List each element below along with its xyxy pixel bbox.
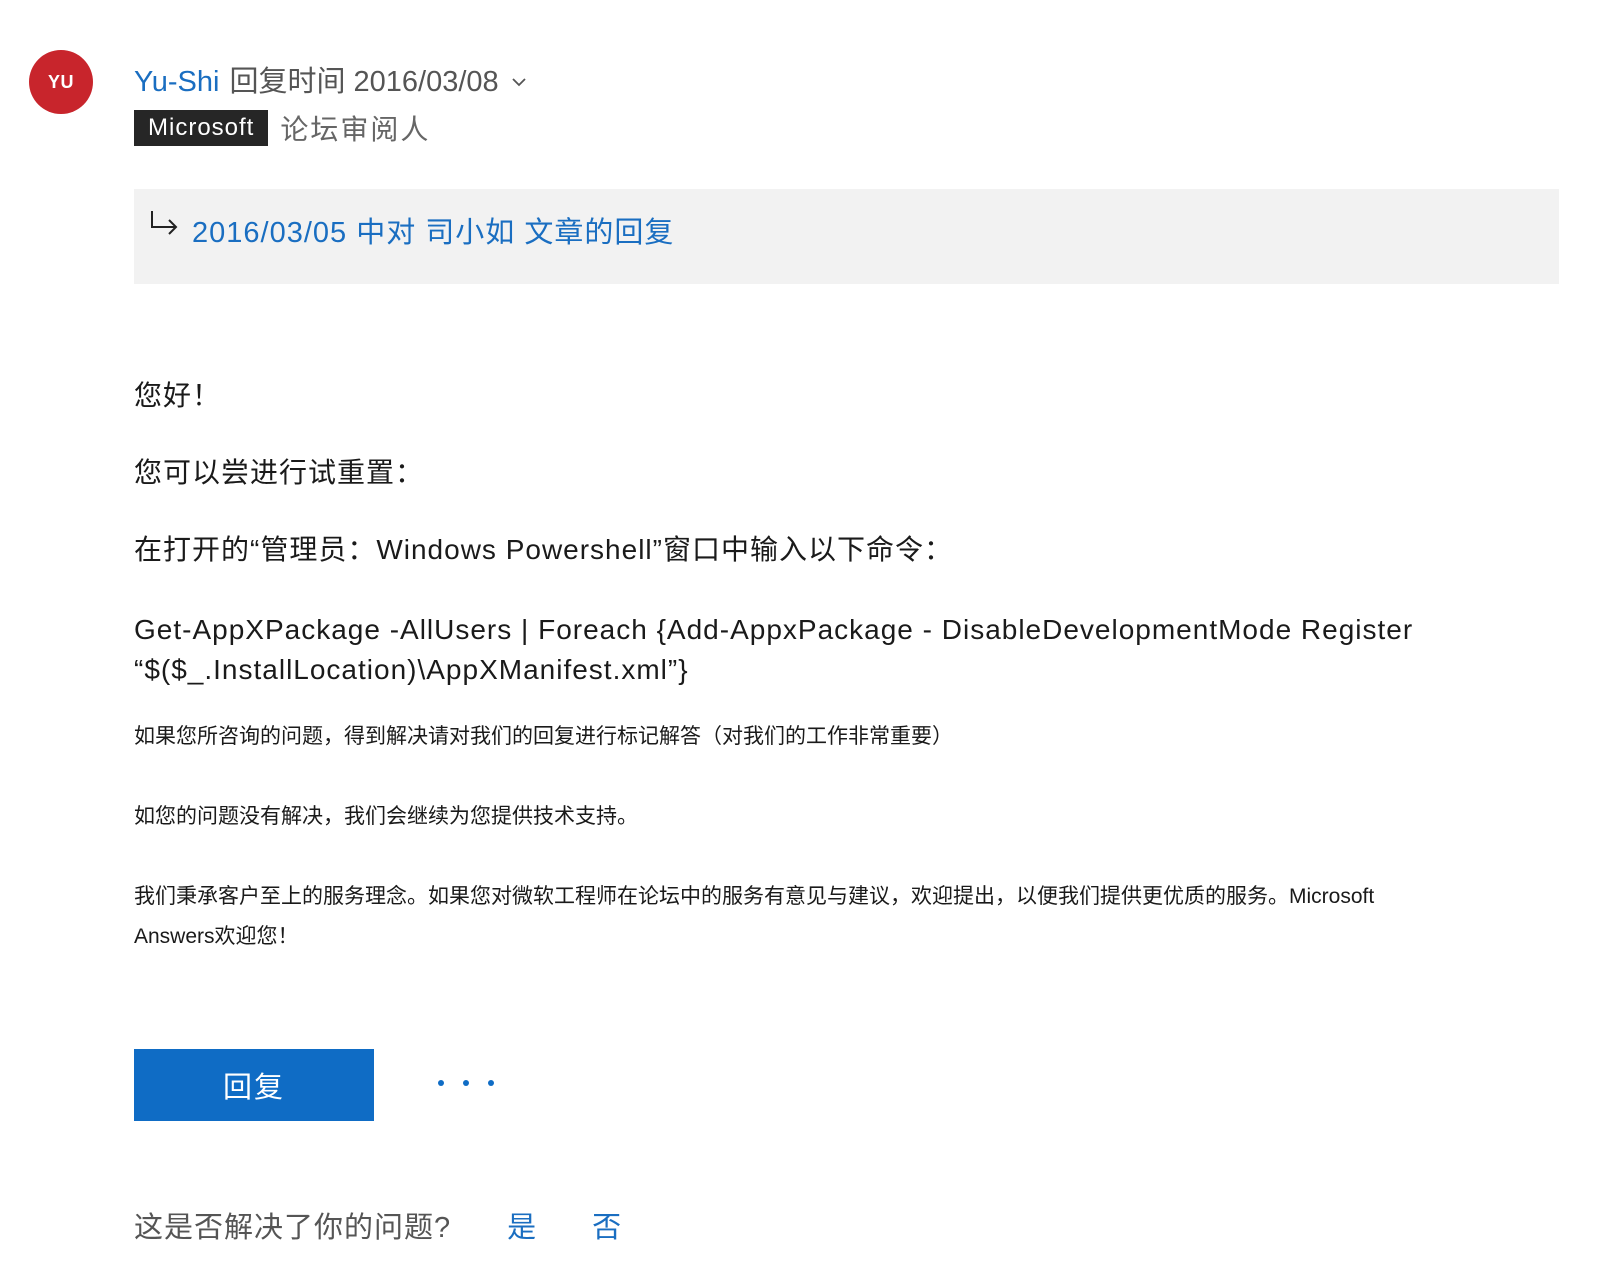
microsoft-badge: Microsoft xyxy=(134,110,269,146)
note-1: 如果您所咨询的问题，得到解决请对我们的回复进行标记解答（对我们的工作非常重要） xyxy=(134,725,953,748)
feedback-question: 这是否解决了你的问题? xyxy=(134,1212,452,1244)
author-line: Yu-Shi 回复时间 2016/03/08 xyxy=(134,64,529,100)
feedback-row: 这是否解决了你的问题? 是 否 xyxy=(134,1208,621,1248)
role-text: 论坛审阅人 xyxy=(280,114,431,145)
command-line-1: Get-AppXPackage -AllUsers | Foreach {Add… xyxy=(134,614,1414,645)
avatar[interactable]: YU xyxy=(29,50,93,114)
note-3-line-2: Answers欢迎您！ xyxy=(134,925,299,948)
command-line-2: “$($_.InstallLocation)\AppXManifest.xml”… xyxy=(134,654,689,685)
quoted-reply-link[interactable]: 2016/03/05 中对 司小如 文章的回复 xyxy=(192,213,674,253)
reply-arrow-icon xyxy=(151,211,178,235)
note-2: 如您的问题没有解决，我们会继续为您提供技术支持。 xyxy=(134,805,638,828)
feedback-yes-link[interactable]: 是 xyxy=(507,1208,536,1248)
chevron-down-icon[interactable] xyxy=(509,72,529,92)
more-dots-icon xyxy=(438,1080,444,1086)
body-line-2: 在打开的“管理员：Windows Powershell”窗口中输入以下命令： xyxy=(134,534,953,565)
reply-time: 回复时间 2016/03/08 xyxy=(229,66,499,98)
more-options-button[interactable] xyxy=(438,1068,494,1098)
author-role-line: Microsoft 论坛审阅人 xyxy=(134,108,430,148)
greeting-text: 您好！ xyxy=(134,380,222,411)
note-3-line-1: 我们秉承客户至上的服务理念。如果您对微软工程师在论坛中的服务有意见与建议，欢迎提… xyxy=(134,885,1375,908)
author-name-link[interactable]: Yu-Shi xyxy=(134,64,219,100)
avatar-initials: YU xyxy=(47,71,74,92)
feedback-no-link[interactable]: 否 xyxy=(592,1208,621,1248)
reply-button[interactable]: 回复 xyxy=(134,1049,374,1121)
quoted-reply-box: 2016/03/05 中对 司小如 文章的回复 xyxy=(134,189,1559,284)
body-line-1: 您可以尝进行试重置： xyxy=(134,457,425,488)
